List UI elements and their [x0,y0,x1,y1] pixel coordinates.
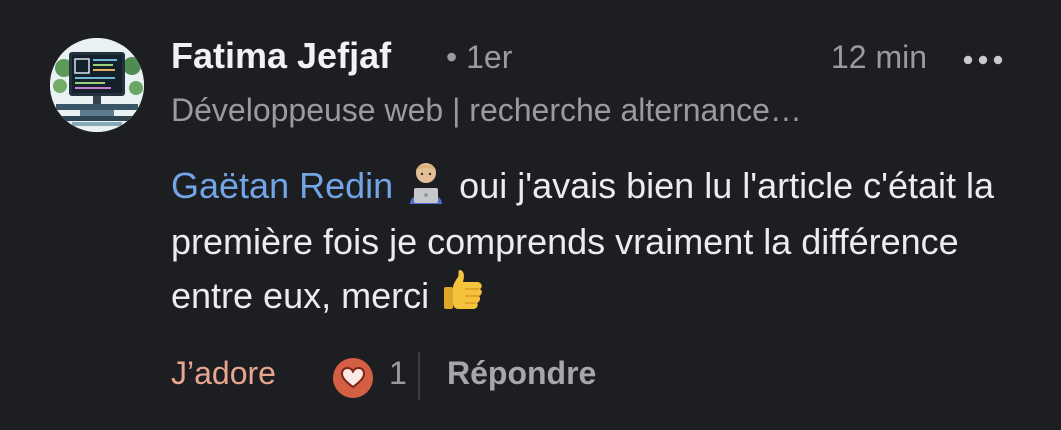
connection-degree: • 1er [446,39,513,75]
reaction-count[interactable]: 1 [389,355,407,392]
person-with-laptop-emoji [403,160,449,218]
comment-body: Gaëtan Redin oui j'avais bien lu l'artic… [171,160,1031,328]
more-options-button[interactable] [960,50,1006,70]
avatar-illustration [50,38,144,132]
author-name[interactable]: Fatima Jefjaf [171,35,391,77]
more-dots-icon [963,55,1003,65]
thumbs-up-emoji [439,266,489,328]
avatar[interactable] [50,38,144,132]
reply-button[interactable]: Répondre [447,355,596,392]
heart-reaction-icon[interactable] [331,356,375,400]
comment-timestamp: 12 min [830,39,927,75]
mention-link[interactable]: Gaëtan Redin [171,165,393,206]
like-button[interactable]: J’adore [171,355,276,392]
divider [418,352,420,400]
author-headline: Développeuse web | recherche alternance… [171,92,802,128]
